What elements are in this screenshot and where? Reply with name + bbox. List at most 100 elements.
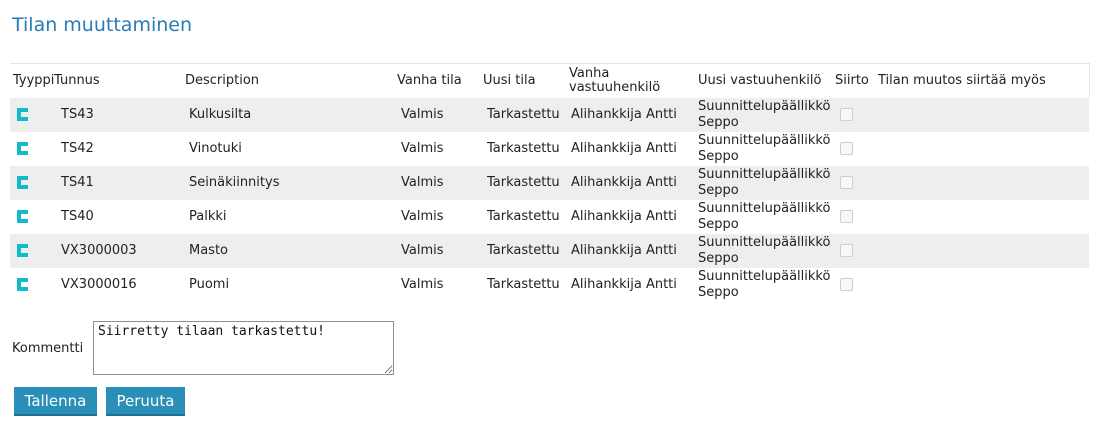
comment-field[interactable]: Siirretty tilaan tarkastettu! xyxy=(93,321,394,375)
vanha-vastuu-cell: Alihankkija Antti xyxy=(566,165,695,200)
table-row: TS43 Kulkusilta Valmis Tarkastettu Alihankki… xyxy=(10,97,1089,132)
tunnus-cell: TS40 xyxy=(61,208,94,224)
uusi-vastuu-line-2: Seppo xyxy=(698,284,739,300)
component-type-icon xyxy=(17,175,28,189)
component-type-icon xyxy=(17,141,28,155)
header-tunnus: Tunnus xyxy=(54,63,182,98)
page-title: Tilan muuttaminen xyxy=(12,14,192,36)
vanha-tila-cell: Valmis xyxy=(401,140,444,156)
table-row: TS40 Palkki Valmis Tarkastettu Alihankkija A… xyxy=(10,200,1089,234)
uusi-vastuu-line-1: Suunnittelupäällikkö xyxy=(698,200,831,216)
siirto-cell xyxy=(832,268,875,302)
uusi-vastuu-line-2: Seppo xyxy=(698,216,739,232)
component-type-icon xyxy=(17,107,28,121)
uusi-tila-cell: Tarkastettu xyxy=(487,140,560,156)
table-row: TS42 Vinotuki Valmis Tarkastettu Alihankkija… xyxy=(10,132,1089,166)
uusi-tila-cell: Tarkastettu xyxy=(487,208,560,224)
tilan-muutos-cell xyxy=(875,233,1089,268)
siirto-cell xyxy=(832,132,875,166)
tunnus-cell: TS41 xyxy=(54,165,182,200)
siirto-checkbox[interactable] xyxy=(840,175,853,189)
tunnus-cell: VX3000003 xyxy=(54,233,182,268)
uusi-vastuu-cell: Suunnittelupäällikkö Seppo xyxy=(695,268,832,302)
description-cell: Puomi xyxy=(189,276,230,292)
uusi-vastuu-cell: Suunnittelupäällikkö Seppo xyxy=(695,233,832,268)
siirto-checkbox[interactable] xyxy=(840,141,853,155)
siirto-cell xyxy=(832,165,875,200)
cancel-button[interactable]: Peruuta xyxy=(106,387,185,416)
uusi-vastuu-cell: Suunnittelupäällikkö Seppo xyxy=(695,200,832,234)
comment-label: Kommentti xyxy=(12,341,84,356)
vanha-vastuu-cell: Alihankkija Antti xyxy=(571,140,677,156)
type-cell xyxy=(10,200,54,234)
siirto-cell xyxy=(832,97,875,132)
description-cell: Kulkusilta xyxy=(182,97,394,132)
uusi-vastuu-cell: Suunnittelupäällikkö Seppo xyxy=(695,97,832,132)
header-tyyppi: Tyyppi xyxy=(10,63,54,98)
uusi-vastuu-line-1: Suunnittelupäällikkö xyxy=(698,166,831,182)
siirto-checkbox[interactable] xyxy=(840,107,853,121)
tilan-muutos-cell xyxy=(875,165,1089,200)
vanha-vastuu-cell: Alihankkija Antti xyxy=(566,233,695,268)
tilan-muutos-cell xyxy=(875,268,1089,302)
uusi-tila-cell: Tarkastettu xyxy=(480,165,566,200)
tunnus-cell: VX3000016 xyxy=(61,276,137,292)
type-cell xyxy=(10,268,54,302)
siirto-cell xyxy=(832,200,875,234)
vanha-vastuu-cell: Alihankkija Antti xyxy=(566,97,695,132)
vanha-tila-cell: Valmis xyxy=(394,233,480,268)
uusi-vastuu-line-1: Suunnittelupäällikkö xyxy=(698,268,831,284)
vanha-tila-cell: Valmis xyxy=(401,208,444,224)
header-siirto: Siirto xyxy=(832,63,875,98)
uusi-vastuu-cell: Suunnittelupäällikkö Seppo xyxy=(695,165,832,200)
description-cell: Masto xyxy=(182,233,394,268)
uusi-vastuu-line-2: Seppo xyxy=(698,182,739,198)
uusi-tila-cell: Tarkastettu xyxy=(480,233,566,268)
table-row: VX3000016 Puomi Valmis Tarkastettu Alihankki… xyxy=(10,268,1089,302)
table-row: TS41 Seinäkiinnitys Valmis Tarkastettu Aliha… xyxy=(10,165,1089,200)
description-cell: Seinäkiinnitys xyxy=(182,165,394,200)
uusi-tila-cell: Tarkastettu xyxy=(487,276,560,292)
header-tilan-muutos: Tilan muutos siirtää myös xyxy=(875,63,1090,98)
type-cell xyxy=(10,165,54,200)
uusi-vastuu-line-2: Seppo xyxy=(698,250,739,266)
component-type-icon xyxy=(17,209,28,223)
vanha-tila-cell: Valmis xyxy=(394,97,480,132)
description-cell: Palkki xyxy=(189,208,227,224)
table-header-row: Tyyppi Tunnus Description Vanha tila Uus… xyxy=(10,63,1090,98)
component-type-icon xyxy=(17,277,28,291)
description-cell: Vinotuki xyxy=(189,140,242,156)
tilan-muutos-cell xyxy=(875,200,1089,234)
uusi-tila-cell: Tarkastettu xyxy=(480,97,566,132)
status-change-table: Tyyppi Tunnus Description Vanha tila Uus… xyxy=(10,63,1090,302)
tunnus-cell: TS43 xyxy=(54,97,182,132)
tilan-muutos-cell xyxy=(875,132,1089,166)
header-uusi-vastuuhenkilo: Uusi vastuuhenkilö xyxy=(695,63,832,98)
table-row: VX3000003 Masto Valmis Tarkastettu Alihankki… xyxy=(10,233,1089,268)
type-cell xyxy=(10,233,54,268)
siirto-checkbox[interactable] xyxy=(840,277,853,291)
component-type-icon xyxy=(17,243,28,257)
vanha-tila-cell: Valmis xyxy=(401,276,444,292)
tunnus-cell: TS42 xyxy=(61,140,94,156)
vanha-vastuu-cell: Alihankkija Antti xyxy=(571,276,677,292)
header-vanha-tila: Vanha tila xyxy=(394,63,480,98)
uusi-vastuu-line-1: Suunnittelupäällikkö xyxy=(698,98,831,114)
siirto-checkbox[interactable] xyxy=(840,243,853,257)
uusi-vastuu-line-1: Suunnittelupäällikkö xyxy=(698,234,831,250)
header-vanha-vastuuhenkilo: Vanha vastuuhenkilö xyxy=(566,63,695,98)
type-cell xyxy=(10,132,54,166)
siirto-checkbox[interactable] xyxy=(840,209,853,223)
uusi-vastuu-cell: Suunnittelupäällikkö Seppo xyxy=(695,132,832,166)
tilan-muutos-cell xyxy=(875,97,1089,132)
save-button[interactable]: Tallenna xyxy=(14,387,97,416)
vanha-tila-cell: Valmis xyxy=(394,165,480,200)
uusi-vastuu-line-1: Suunnittelupäällikkö xyxy=(698,132,831,148)
uusi-vastuu-line-2: Seppo xyxy=(698,114,739,130)
vanha-vastuu-cell: Alihankkija Antti xyxy=(571,208,677,224)
uusi-vastuu-line-2: Seppo xyxy=(698,148,739,164)
type-cell xyxy=(10,97,54,132)
siirto-cell xyxy=(832,233,875,268)
header-description: Description xyxy=(182,63,394,98)
header-uusi-tila: Uusi tila xyxy=(480,63,566,98)
